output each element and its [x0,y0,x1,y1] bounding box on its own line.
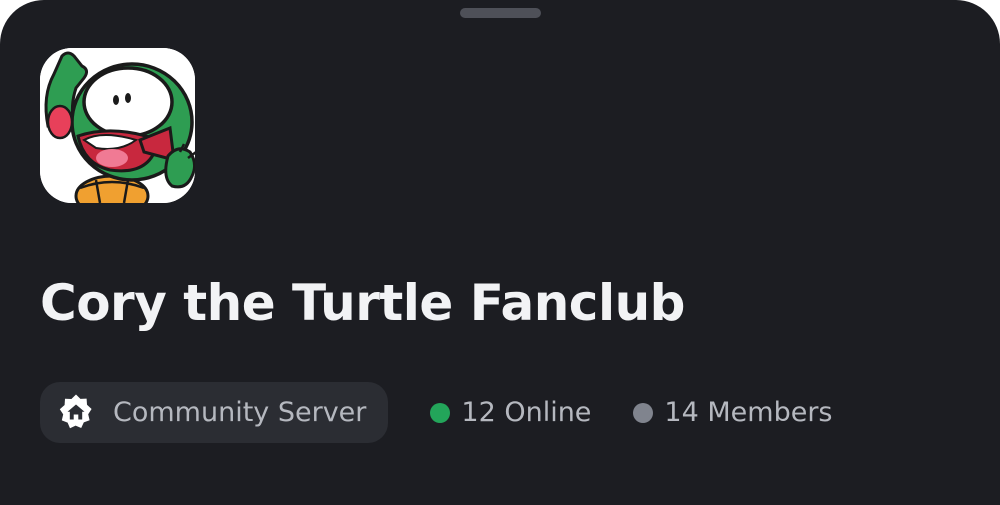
turtle-mascot-avatar-icon [40,48,195,203]
members-status-dot-icon [633,402,654,423]
member-count-label: 14 Members [664,397,833,428]
server-avatar[interactable] [40,48,195,203]
server-info-row: Community Server 12 Online 14 Members [40,382,833,443]
online-count: 12 Online [430,397,591,428]
member-count: 14 Members [633,397,833,428]
community-home-icon [59,394,92,428]
community-server-label: Community Server [113,397,367,428]
community-server-badge[interactable]: Community Server [40,382,389,443]
online-status-dot-icon [430,402,451,423]
server-name: Cory the Turtle Fanclub [40,274,685,332]
online-count-label: 12 Online [461,397,592,428]
drag-handle[interactable] [460,8,541,18]
server-info-sheet: Cory the Turtle Fanclub Community Server… [0,0,1000,505]
